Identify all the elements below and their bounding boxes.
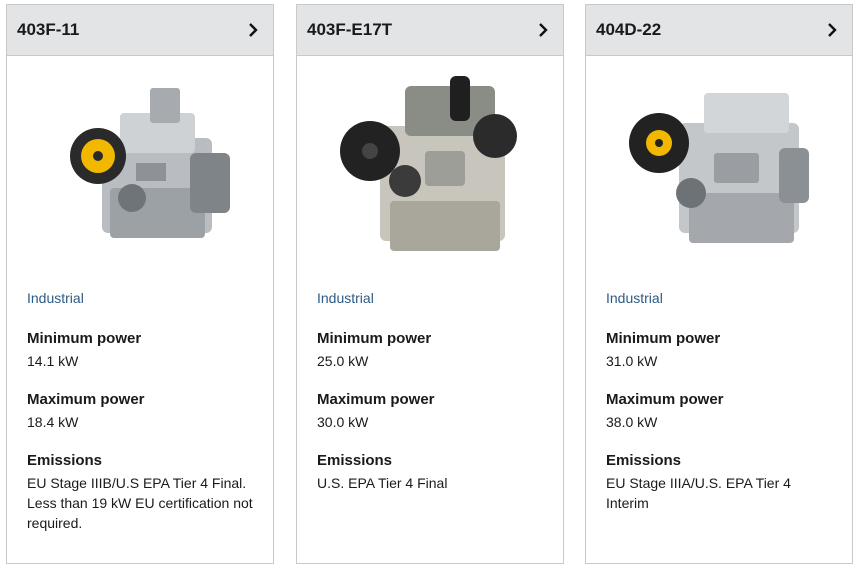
emissions-label: Emissions xyxy=(317,452,393,469)
min-power-value: 31.0 kW xyxy=(606,353,658,369)
category-link[interactable]: Industrial xyxy=(27,290,253,306)
card-title[interactable]: 403F-11 xyxy=(17,20,79,40)
max-power-value: 30.0 kW xyxy=(317,414,369,430)
engine-image[interactable] xyxy=(297,58,563,268)
card-header[interactable]: 403F-11 xyxy=(7,5,273,56)
card-title[interactable]: 403F-E17T xyxy=(307,20,392,40)
chevron-right-icon[interactable] xyxy=(245,22,261,38)
emissions-value: EU Stage IIIA/U.S. EPA Tier 4 Interim xyxy=(606,475,791,511)
max-power-value: 18.4 kW xyxy=(27,414,79,430)
product-card-404d-22[interactable]: 404D-22 Industrial Minimum power 31.0 kW… xyxy=(585,4,853,564)
chevron-right-icon[interactable] xyxy=(824,22,840,38)
max-power-value: 38.0 kW xyxy=(606,414,658,430)
emissions-label: Emissions xyxy=(27,452,103,469)
min-power-value: 25.0 kW xyxy=(317,353,369,369)
min-power-label: Minimum power xyxy=(27,330,142,347)
min-power-label: Minimum power xyxy=(317,330,432,347)
max-power-label: Maximum power xyxy=(606,391,724,408)
min-power-label: Minimum power xyxy=(606,330,721,347)
min-power-value: 14.1 kW xyxy=(27,353,79,369)
emissions-value: EU Stage IIIB/U.S EPA Tier 4 Final. Less… xyxy=(27,475,253,531)
engine-image[interactable] xyxy=(586,58,852,268)
emissions-value: U.S. EPA Tier 4 Final xyxy=(317,475,448,491)
card-title[interactable]: 404D-22 xyxy=(596,20,661,40)
category-link[interactable]: Industrial xyxy=(606,290,832,306)
max-power-label: Maximum power xyxy=(27,391,145,408)
product-card-403f-11[interactable]: 403F-11 Industrial Minimum power 14.1 kW… xyxy=(6,4,274,564)
product-card-403f-e17t[interactable]: 403F-E17T Industrial Minimum power 25.0 … xyxy=(296,4,564,564)
max-power-label: Maximum power xyxy=(317,391,435,408)
chevron-right-icon[interactable] xyxy=(535,22,551,38)
card-header[interactable]: 403F-E17T xyxy=(297,5,563,56)
category-link[interactable]: Industrial xyxy=(317,290,543,306)
engine-image[interactable] xyxy=(7,58,273,268)
emissions-label: Emissions xyxy=(606,452,682,469)
card-header[interactable]: 404D-22 xyxy=(586,5,852,56)
